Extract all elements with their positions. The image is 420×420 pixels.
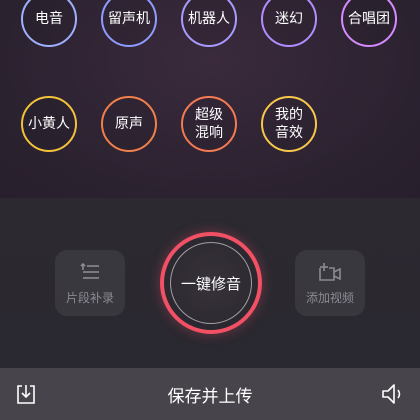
- effect-label: 电音: [35, 11, 63, 27]
- effect-phonograph[interactable]: 留声机: [101, 0, 157, 47]
- segment-record-icon: [79, 262, 101, 286]
- effect-minion[interactable]: 小黄人: [21, 96, 77, 152]
- download-icon[interactable]: [14, 382, 38, 410]
- volume-icon[interactable]: [380, 382, 406, 410]
- effects-panel: 电音 留声机 机器人 迷幻 合唱团 小黄人 原声 超级 混响 我的 音效: [0, 0, 420, 198]
- effect-robot[interactable]: 机器人: [181, 0, 237, 47]
- effect-super-reverb[interactable]: 超级 混响: [181, 96, 237, 152]
- effect-label: 合唱团: [348, 11, 390, 27]
- one-tap-tune-button[interactable]: 一键修音: [160, 232, 262, 334]
- effect-my-effects[interactable]: 我的 音效: [261, 96, 317, 152]
- add-video-label: 添加视频: [305, 291, 354, 305]
- effect-chorus[interactable]: 合唱团: [341, 0, 397, 47]
- segment-record-button[interactable]: 片段补录: [55, 250, 125, 316]
- segment-record-label: 片段补录: [65, 291, 114, 305]
- effect-label: 小黄人: [28, 116, 70, 132]
- bottom-bar: 保存并上传: [0, 368, 420, 420]
- effect-label: 机器人: [188, 11, 230, 27]
- add-video-icon: [317, 262, 343, 288]
- effect-label: 留声机: [108, 11, 150, 27]
- effect-label: 原声: [115, 116, 143, 132]
- effect-electronic[interactable]: 电音: [21, 0, 77, 47]
- one-tap-tune-label: 一键修音: [180, 274, 241, 293]
- effect-psychedelic[interactable]: 迷幻: [261, 0, 317, 47]
- add-video-button[interactable]: 添加视频: [295, 250, 365, 316]
- effect-original[interactable]: 原声: [101, 96, 157, 152]
- effect-label: 超级 混响: [195, 107, 223, 141]
- effect-label: 我的 音效: [275, 107, 303, 141]
- save-upload-button[interactable]: 保存并上传: [168, 382, 253, 407]
- effect-label: 迷幻: [275, 11, 303, 27]
